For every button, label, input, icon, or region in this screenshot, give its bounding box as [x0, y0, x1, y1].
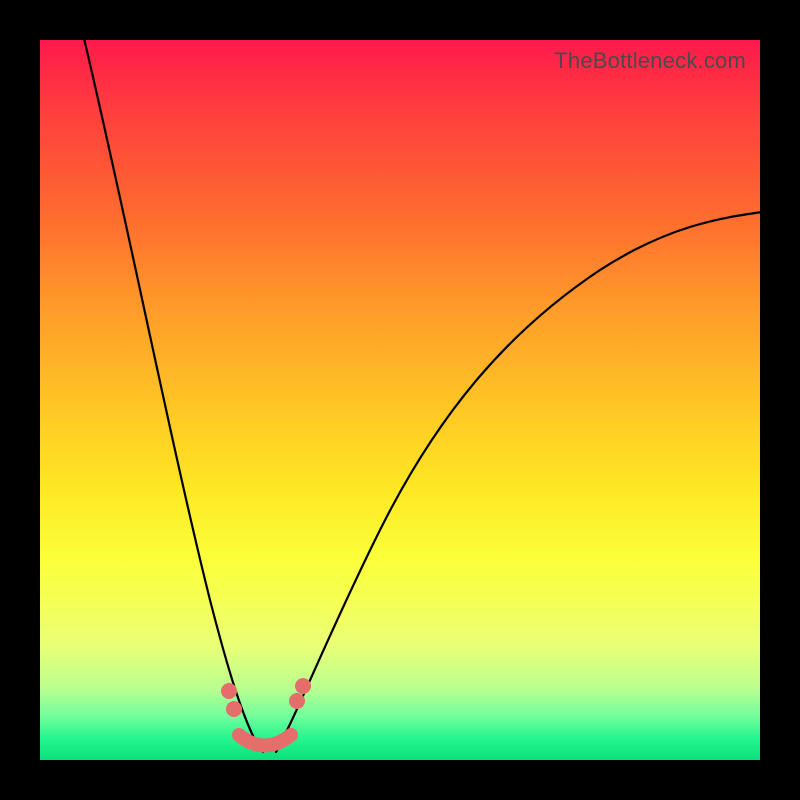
marker-dot — [221, 683, 237, 699]
curve-left-branch — [82, 30, 263, 752]
marker-dot — [289, 693, 305, 709]
marker-valley-arc — [239, 735, 291, 746]
curve-layer — [40, 40, 760, 760]
plot-area: TheBottleneck.com — [40, 40, 760, 760]
marker-dot — [295, 678, 311, 694]
curve-right-branch — [276, 212, 762, 752]
chart-frame: TheBottleneck.com — [0, 0, 800, 800]
marker-dot — [226, 701, 242, 717]
